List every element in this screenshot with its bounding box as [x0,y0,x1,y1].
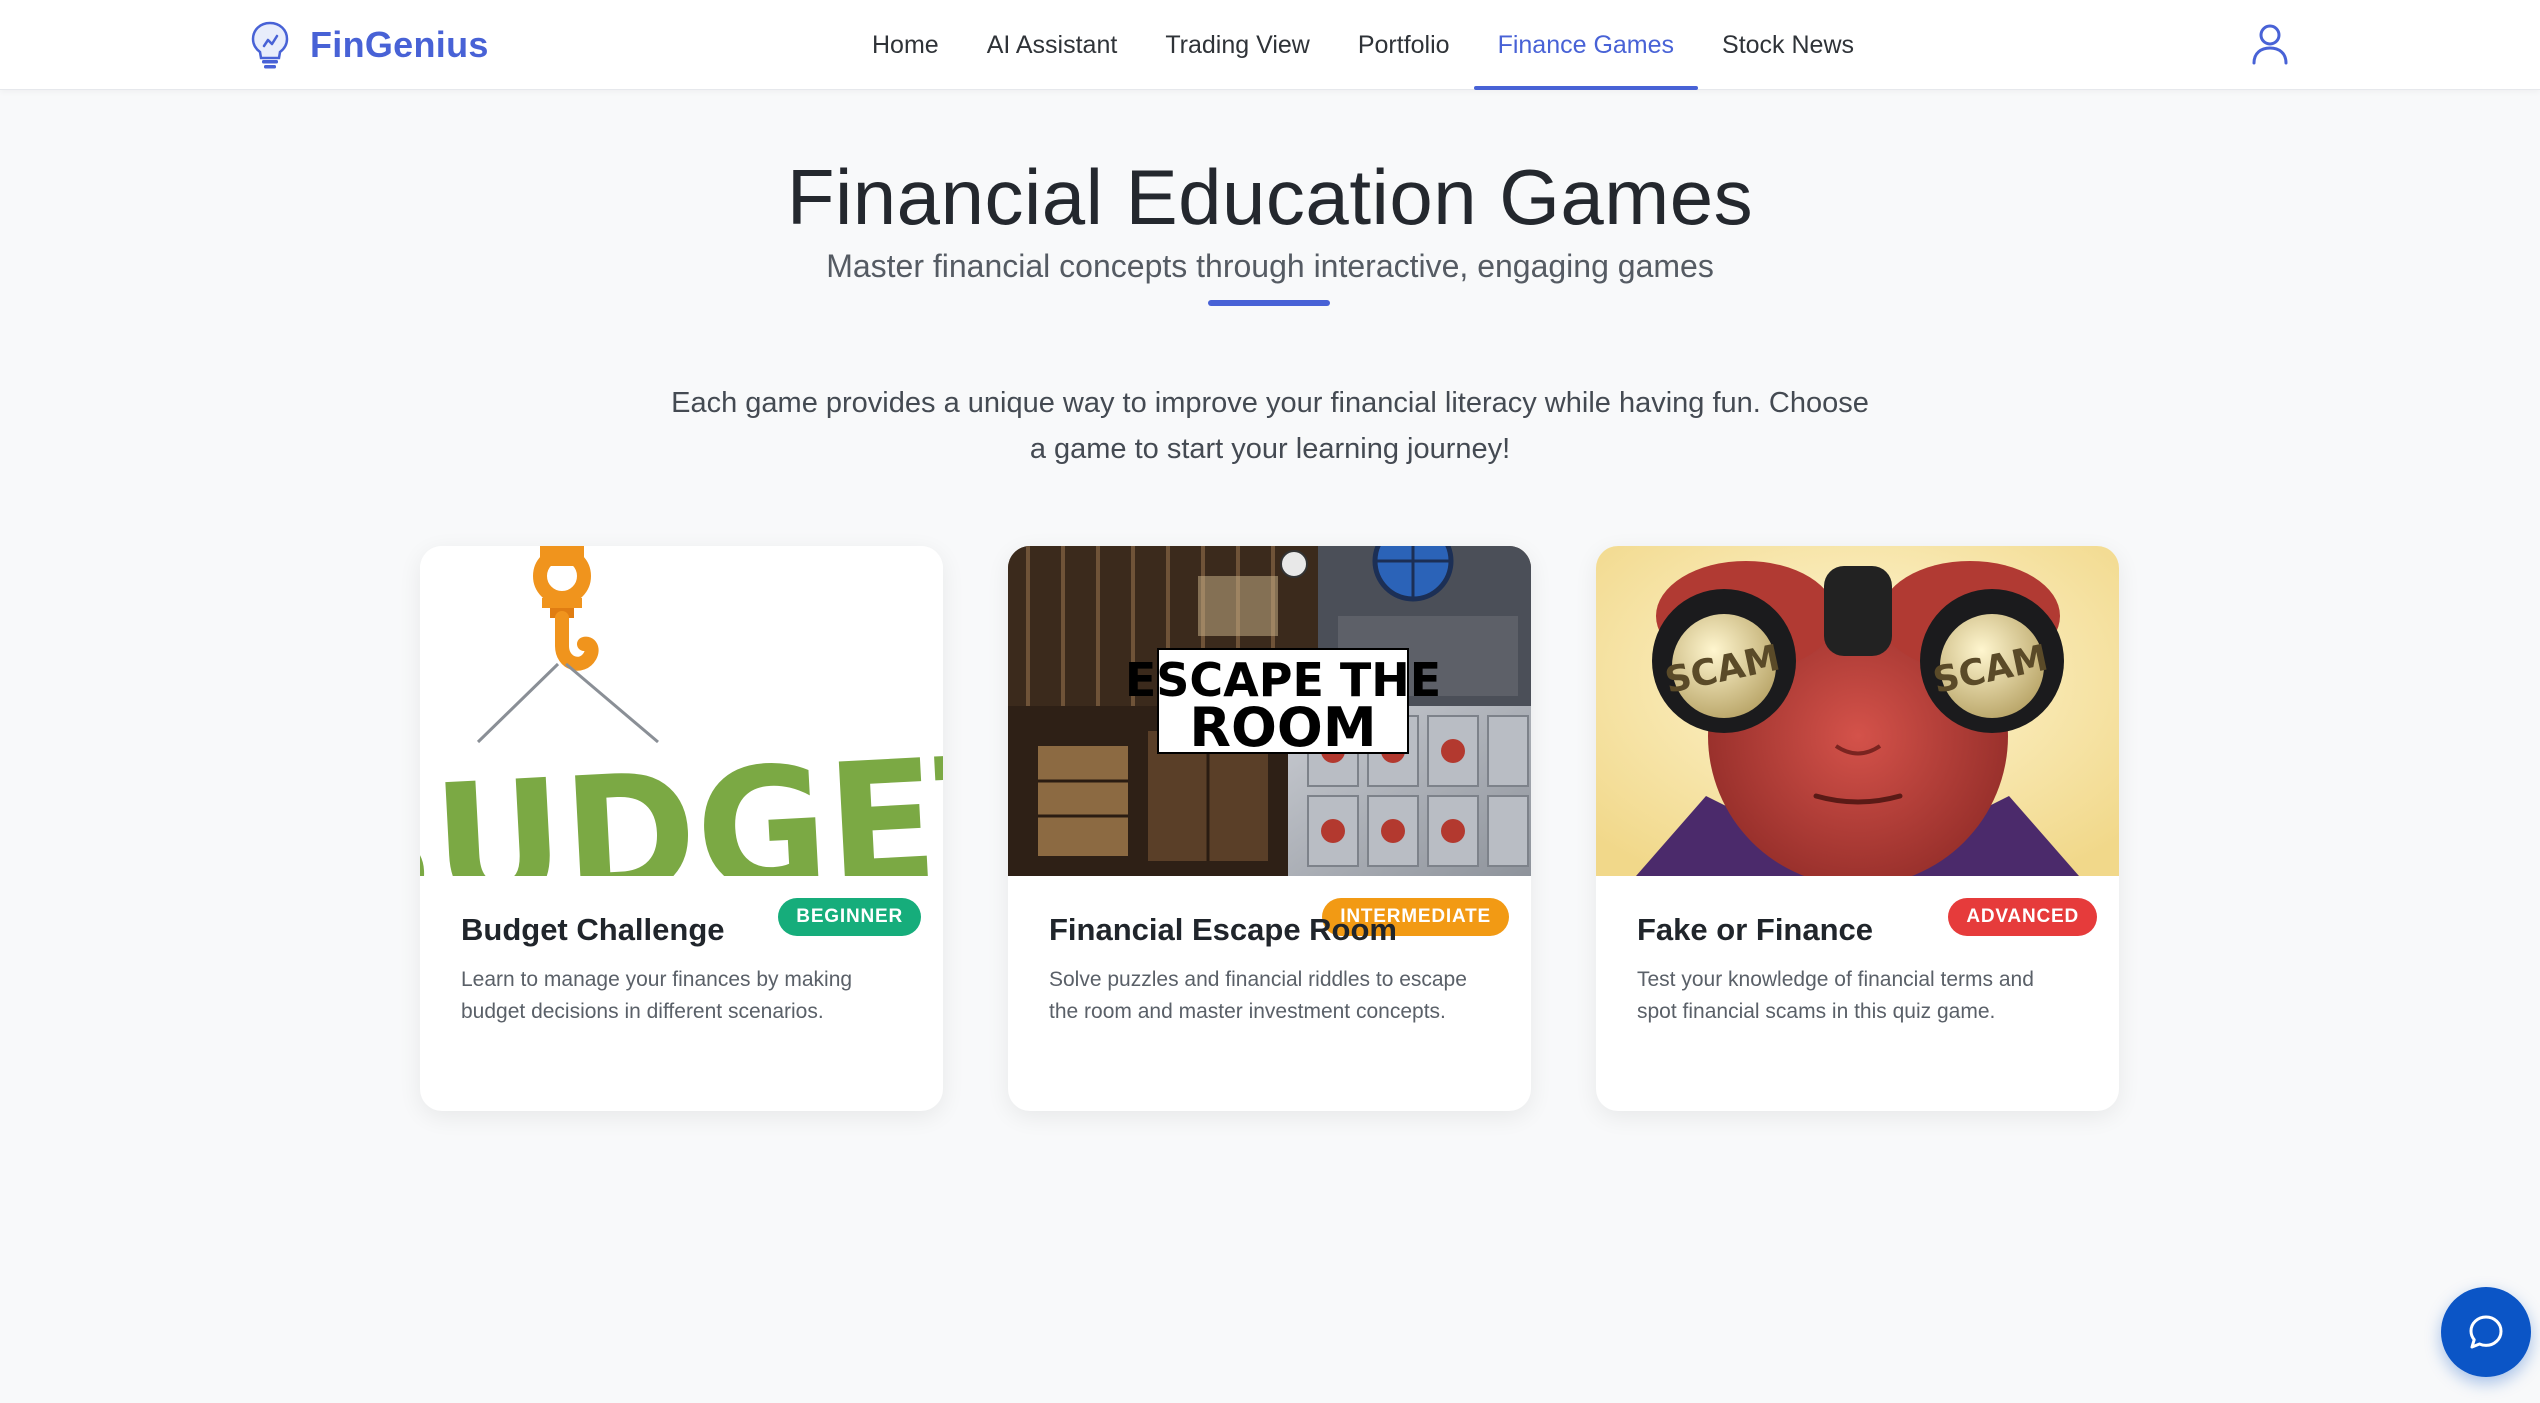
lightbulb-icon [251,21,289,69]
game-card-fake-or-finance[interactable]: SCAM SCAM ADVANCED Fake or Finance Test … [1596,546,2119,1111]
user-icon [2252,24,2288,65]
page-subtitle: Master financial concepts through intera… [826,248,1714,284]
fake-or-finance-image: SCAM SCAM [1596,546,2119,876]
card-title-fake-or-finance: Fake or Finance [1637,912,1874,947]
difficulty-badge-beginner: BEGINNER [778,898,921,936]
nav-link-portfolio[interactable]: Portfolio [1334,0,1474,90]
card-description-financial-escape-room: Solve puzzles and financial riddles to e… [1049,968,1467,1023]
scam-binoculars-illustration: SCAM SCAM [1596,546,2119,876]
card-description-fake-or-finance: Test your knowledge of financial terms a… [1637,968,2034,1023]
brand-logo[interactable]: FinGenius [248,20,489,70]
intro-text: Each game provides a unique way to impro… [671,387,1869,465]
escape-image-text-line2: ROOM [1189,696,1376,759]
escape-room-illustration: ESCAPE THE ROOM [1008,546,1531,876]
difficulty-badge-advanced: ADVANCED [1948,898,2097,936]
card-title-budget-challenge: Budget Challenge [461,912,725,947]
game-card-budget-challenge[interactable]: BUDGET BEGINNER Budget Challenge Learn t… [420,546,943,1111]
brand-name: FinGenius [310,24,489,65]
nav-link-ai-assistant[interactable]: AI Assistant [963,0,1142,90]
chat-bubble-icon [2469,1315,2503,1349]
title-underline-divider [1208,300,1330,306]
escape-room-image: ESCAPE THE ROOM [1008,546,1531,876]
budget-illustration: BUDGET [420,546,943,876]
page-title: Financial Education Games [786,153,1754,241]
nav-link-finance-games[interactable]: Finance Games [1473,0,1699,90]
top-navbar: FinGenius Home AI Assistant Trading View… [0,0,2540,90]
nav-link-stock-news[interactable]: Stock News [1698,0,1878,90]
card-title-financial-escape-room: Financial Escape Room [1049,912,1397,947]
user-profile-button[interactable] [2250,22,2290,66]
chat-assistant-button[interactable] [2441,1287,2531,1377]
main-nav: Home AI Assistant Trading View Portfolio… [848,0,1878,90]
nav-link-trading-view[interactable]: Trading View [1141,0,1334,90]
card-description-budget-challenge: Learn to manage your finances by making … [461,968,853,1023]
game-card-financial-escape-room[interactable]: ESCAPE THE ROOM INTERMEDIATE Financial E… [1008,546,1531,1111]
nav-link-home[interactable]: Home [848,0,963,90]
budget-challenge-image: BUDGET [420,546,943,876]
